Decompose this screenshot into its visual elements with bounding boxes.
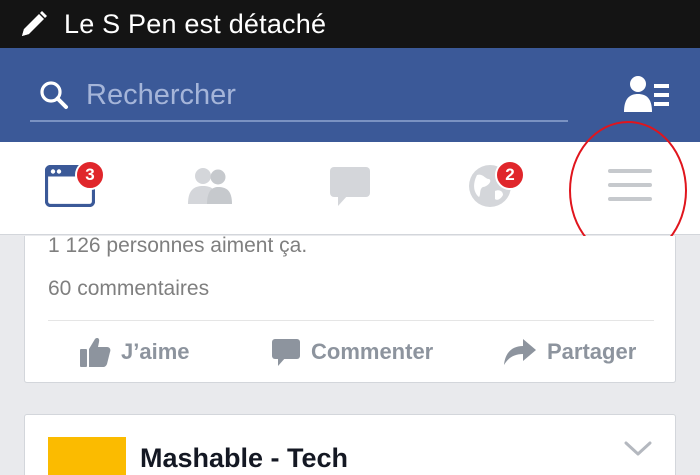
search-header: Rechercher (0, 48, 700, 142)
divider (48, 320, 654, 321)
chat-bubble-icon (328, 165, 372, 212)
share-label: Partager (547, 339, 637, 364)
comment-button[interactable]: Commenter (271, 334, 433, 370)
tab-notifications[interactable]: 2 (435, 142, 545, 235)
tab-more[interactable] (575, 142, 685, 235)
comment-icon (272, 339, 300, 366)
menu-icon (608, 169, 652, 208)
news-feed-badge: 3 (75, 160, 105, 190)
friends-icon (185, 166, 235, 211)
chevron-down-icon[interactable] (623, 439, 653, 459)
friend-requests-button[interactable] (622, 74, 672, 118)
search-input[interactable]: Rechercher (30, 70, 568, 122)
pencil-icon (14, 4, 54, 44)
share-arrow-icon (504, 339, 536, 365)
tab-friends[interactable] (155, 142, 265, 235)
status-text: Le S Pen est détaché (64, 8, 327, 39)
notifications-badge: 2 (495, 160, 525, 190)
tab-news-feed[interactable]: 3 (15, 142, 125, 235)
share-button[interactable]: Partager (503, 334, 636, 370)
friend-requests-icon (624, 74, 670, 119)
likes-count[interactable]: 1 126 personnes aiment ça. (48, 234, 307, 258)
comments-count[interactable]: 60 commentaires (48, 277, 209, 301)
tab-messages[interactable] (295, 142, 405, 235)
status-bar: Le S Pen est détaché (0, 0, 700, 48)
post-card-next: Mashable - Tech (24, 414, 676, 475)
search-icon (36, 77, 72, 113)
like-button[interactable]: J’aime (79, 334, 190, 370)
page-name[interactable]: Mashable - Tech (140, 443, 348, 474)
page-avatar[interactable] (48, 437, 126, 475)
comment-label: Commenter (311, 339, 434, 364)
thumbs-up-icon (80, 338, 111, 367)
search-placeholder: Rechercher (86, 78, 236, 111)
like-label: J’aime (121, 339, 190, 364)
post-card: 1 126 personnes aiment ça. 60 commentair… (24, 234, 676, 383)
tab-bar: 3 2 (0, 142, 700, 235)
